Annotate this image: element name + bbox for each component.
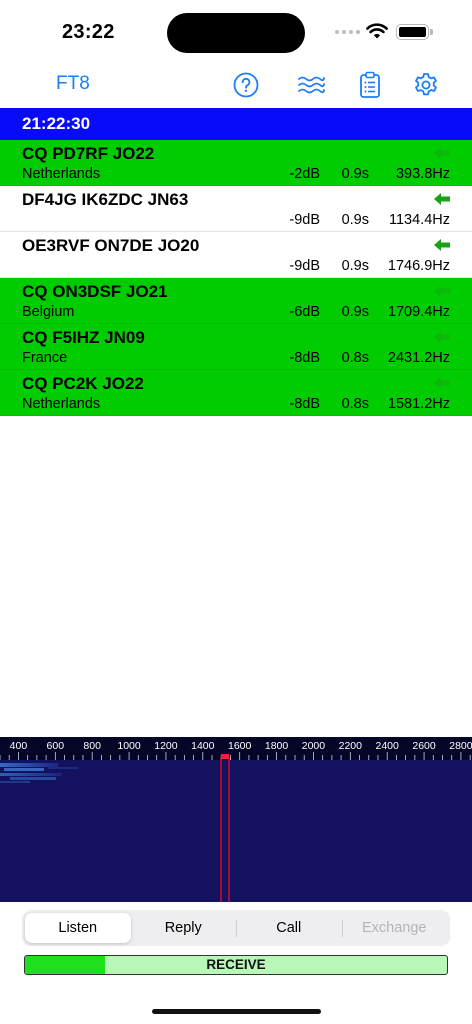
receive-label: RECEIVE xyxy=(206,957,266,972)
message-row[interactable]: CQ PC2K JO22 Netherlands -8dB 0.8s 1581.2Hz xyxy=(0,370,472,416)
waterfall-toggle-button[interactable] xyxy=(296,70,326,100)
help-icon xyxy=(233,72,259,98)
message-frequency: 393.8Hz xyxy=(395,166,450,182)
signal-traces xyxy=(0,763,78,783)
reply-arrow-icon[interactable] xyxy=(434,193,450,205)
message-row[interactable]: CQ PD7RF JO22 Netherlands -2dB 0.9s 393.8Hz xyxy=(0,140,472,186)
message-dt: 0.8s xyxy=(341,350,369,366)
message-text: DF4JG IK6ZDC JN63 xyxy=(22,190,189,209)
reply-arrow-icon[interactable] xyxy=(434,239,450,251)
message-frequency: 1581.2Hz xyxy=(387,396,450,412)
message-dt: 0.9s xyxy=(341,166,369,182)
message-country: France xyxy=(22,350,68,366)
message-text: CQ PD7RF JO22 xyxy=(22,144,155,163)
message-dt: 0.8s xyxy=(341,396,369,412)
message-frequency: 1134.4Hz xyxy=(389,212,450,228)
message-dt: 0.9s xyxy=(341,258,369,274)
message-snr: -6dB xyxy=(289,304,320,320)
cellular-signal-icon xyxy=(335,30,360,34)
segment-exchange: Exchange xyxy=(362,920,427,936)
segment-call[interactable]: Call xyxy=(236,913,342,943)
reply-arrow-icon[interactable] xyxy=(434,285,450,297)
message-dt: 0.9s xyxy=(341,212,369,228)
decode-time-header: 21:22:30 xyxy=(0,108,472,140)
message-snr: -9dB xyxy=(289,212,320,228)
message-text: OE3RVF ON7DE JO20 xyxy=(22,236,200,255)
message-country: Netherlands xyxy=(22,396,101,412)
message-snr: -2dB xyxy=(289,166,320,182)
reply-arrow-icon[interactable] xyxy=(434,147,450,159)
message-frequency: 2431.2Hz xyxy=(387,350,450,366)
message-frequency: 1746.9Hz xyxy=(387,258,450,274)
decode-time: 21:22:30 xyxy=(22,114,91,133)
receive-progress-bar: RECEIVE xyxy=(24,955,448,975)
help-button[interactable] xyxy=(231,70,261,100)
reply-arrow-icon[interactable] xyxy=(434,377,450,389)
message-dt: 0.9s xyxy=(341,304,369,320)
nav-bar: FT8 xyxy=(0,62,472,108)
segment-divider xyxy=(341,920,343,937)
message-text: CQ PC2K JO22 xyxy=(22,374,144,393)
message-snr: -8dB xyxy=(289,350,320,366)
settings-button[interactable] xyxy=(411,70,441,100)
battery-icon xyxy=(396,24,433,40)
message-row[interactable]: CQ F5IHZ JN09 France -8dB 0.8s 2431.2Hz xyxy=(0,324,472,370)
message-text: CQ F5IHZ JN09 xyxy=(22,328,145,347)
status-time: 23:22 xyxy=(62,21,115,43)
message-row[interactable]: DF4JG IK6ZDC JN63 -9dB 0.9s 1134.4Hz xyxy=(0,186,472,232)
message-country: Belgium xyxy=(22,304,75,320)
dynamic-island xyxy=(167,13,305,53)
waterfall-canvas xyxy=(0,752,471,902)
log-clipboard-icon xyxy=(360,71,380,98)
message-country: Netherlands xyxy=(22,166,101,182)
waterfall-icon xyxy=(298,76,325,94)
message-snr: -8dB xyxy=(289,396,320,412)
message-row[interactable]: CQ ON3DSF JO21 Belgium -6dB 0.9s 1709.4Hz xyxy=(0,278,472,324)
status-bar: 23:22 xyxy=(0,0,472,62)
mode-segmented-control[interactable]: Listen Reply Call Exchange xyxy=(22,910,450,946)
message-snr: -9dB xyxy=(289,258,320,274)
message-frequency: 1709.4Hz xyxy=(387,304,450,320)
message-text: CQ ON3DSF JO21 xyxy=(22,282,168,301)
settings-gear-icon xyxy=(415,73,437,96)
segment-listen[interactable]: Listen xyxy=(25,913,131,943)
home-indicator[interactable] xyxy=(152,1009,321,1014)
log-button[interactable] xyxy=(355,70,385,100)
mode-title[interactable]: FT8 xyxy=(56,73,90,95)
waterfall-display[interactable]: 400 600 800 1000 1200 1400 1600 1800 2000 2200 240… xyxy=(0,737,472,902)
message-list[interactable]: CQ PD7RF JO22 Netherlands -2dB 0.9s 393.8Hz D… xyxy=(0,140,472,416)
segment-reply[interactable]: Reply xyxy=(131,913,237,943)
reply-arrow-icon[interactable] xyxy=(434,331,450,343)
segment-divider xyxy=(236,920,237,937)
wifi-icon xyxy=(366,23,388,39)
tx-marker-cap[interactable] xyxy=(220,754,229,759)
message-row[interactable]: OE3RVF ON7DE JO20 -9dB 0.9s 1746.9Hz xyxy=(0,232,472,278)
